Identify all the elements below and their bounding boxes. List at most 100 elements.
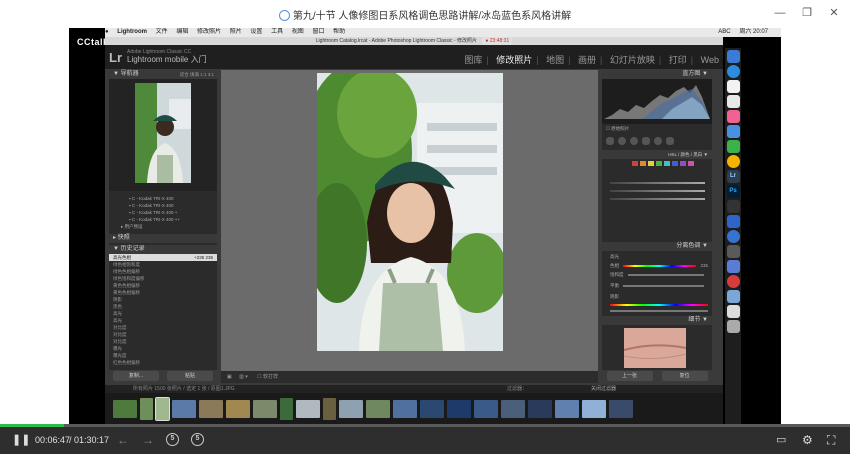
hsl-slider[interactable] xyxy=(610,198,705,200)
filmstrip-thumbnail[interactable] xyxy=(140,397,153,420)
downloads-icon[interactable] xyxy=(726,305,740,318)
main-image-area[interactable] xyxy=(221,70,598,371)
safari-icon[interactable] xyxy=(726,65,740,78)
shadow-saturation-slider[interactable] xyxy=(610,310,708,312)
navigator-zoom-options[interactable]: 适合 填满 1:1 3:1 xyxy=(180,70,214,79)
blue-swatch[interactable] xyxy=(672,161,678,166)
history-item[interactable]: 黄色色相偏移 xyxy=(109,282,217,289)
info-icon[interactable] xyxy=(726,125,740,138)
snapshots-header[interactable]: ▸ 快照 xyxy=(109,234,217,243)
previous-button[interactable]: 上一张 xyxy=(606,371,653,381)
filmstrip-thumbnail[interactable] xyxy=(339,399,363,418)
screenshot-icon[interactable] xyxy=(726,260,740,273)
filmstrip-thumbnail[interactable] xyxy=(172,399,196,418)
skip-forward-button[interactable]: 5 xyxy=(191,433,204,446)
filmstrip-thumbnail[interactable] xyxy=(280,397,293,420)
graduated-filter-icon[interactable] xyxy=(642,137,650,145)
qq-icon[interactable] xyxy=(726,200,740,213)
history-header[interactable]: ▼ 历史记录 xyxy=(109,245,217,254)
restore-icon[interactable]: ❐ xyxy=(799,5,815,21)
filmstrip-thumbnail[interactable] xyxy=(474,399,498,418)
calendar-icon[interactable] xyxy=(726,80,740,93)
fullscreen-icon[interactable]: ⛶ xyxy=(827,433,835,447)
history-item[interactable]: 高光 xyxy=(109,310,217,317)
cctalk-icon[interactable] xyxy=(726,230,740,243)
navigator-preview[interactable] xyxy=(109,79,217,191)
history-item[interactable]: 绿色饱和度偏移 xyxy=(109,275,217,282)
filmstrip-thumbnail[interactable] xyxy=(447,399,471,418)
history-item[interactable]: 黑色 xyxy=(109,303,217,310)
pause-icon[interactable]: ❚❚ xyxy=(12,433,30,447)
detail-preview[interactable] xyxy=(623,328,687,368)
history-item[interactable]: 对比度 xyxy=(109,331,217,338)
filmstrip-thumbnail[interactable] xyxy=(393,399,417,418)
module-slideshow[interactable]: 幻灯片放映 xyxy=(610,55,655,65)
history-item[interactable]: 曝光度 xyxy=(109,352,217,359)
preset-item[interactable]: ▪ C - Kodak TRI-X 400 xyxy=(109,195,217,202)
history-item[interactable]: 绿色色相偏移 xyxy=(109,268,217,275)
history-item[interactable]: 红色色相偏移 xyxy=(109,359,217,366)
wechat-icon[interactable] xyxy=(726,140,740,153)
filmstrip-thumbnail[interactable] xyxy=(226,399,250,418)
filmstrip-thumbnail[interactable] xyxy=(420,399,444,418)
module-map[interactable]: 地图 xyxy=(546,55,564,65)
user-presets[interactable]: ▸ 用户预设 xyxy=(109,223,217,230)
filmstrip-thumbnail[interactable] xyxy=(296,399,320,418)
loupe-view-icon[interactable]: ▣ xyxy=(227,374,232,380)
filmstrip-thumbnail[interactable] xyxy=(501,399,525,418)
purple-swatch[interactable] xyxy=(680,161,686,166)
module-web[interactable]: Web xyxy=(701,55,719,65)
preset-item[interactable]: ▪ C - Kodak TRI-X 400 xyxy=(109,202,217,209)
settings-icon[interactable]: ⚙ xyxy=(802,433,813,447)
history-item[interactable]: 绿色相饱和度 xyxy=(109,261,217,268)
spot-removal-icon[interactable] xyxy=(618,137,626,145)
filmstrip-thumbnail[interactable] xyxy=(555,399,579,418)
orange-swatch[interactable] xyxy=(640,161,646,166)
chrome-icon[interactable] xyxy=(726,155,740,168)
magenta-swatch[interactable] xyxy=(688,161,694,166)
subtitle-icon[interactable]: ▭ xyxy=(776,433,786,447)
history-item[interactable]: 高光色相 +235 235 xyxy=(109,254,217,261)
history-item[interactable]: 对比度 xyxy=(109,324,217,331)
module-develop[interactable]: 修改照片 xyxy=(496,55,532,65)
trash-icon[interactable] xyxy=(726,320,740,333)
module-book[interactable]: 画册 xyxy=(578,55,596,65)
module-print[interactable]: 打印 xyxy=(669,55,687,65)
hsl-slider[interactable] xyxy=(610,190,705,192)
music-icon[interactable] xyxy=(726,110,740,123)
aqua-swatch[interactable] xyxy=(664,161,670,166)
filmstrip-thumbnail[interactable] xyxy=(155,396,170,421)
preset-item[interactable]: ▪ C - Kodak TRI-X 400 ++ xyxy=(109,216,217,223)
history-item[interactable]: 对比度 xyxy=(109,338,217,345)
filmstrip-source[interactable]: 所有照片 1500 张照片 / 选定 1 张 / 原图1.JPG xyxy=(133,386,235,392)
lr-mobile-link[interactable]: Lightroom mobile 入门 xyxy=(127,56,207,64)
histogram-header[interactable]: 直方图 ▼ xyxy=(602,70,712,79)
reset-button[interactable]: 复位 xyxy=(661,371,708,381)
app-icon[interactable] xyxy=(726,245,740,258)
copy-settings-button[interactable]: 复制... xyxy=(113,371,159,381)
filter-select[interactable]: 关闭过滤器 xyxy=(591,385,616,393)
filmstrip-thumbnail[interactable] xyxy=(199,399,223,418)
netease-music-icon[interactable] xyxy=(726,275,740,288)
history-item[interactable]: 阴影 xyxy=(109,296,217,303)
lightroom-dock-icon[interactable]: Lr xyxy=(726,170,740,183)
photoshop-dock-icon[interactable]: Ps xyxy=(726,185,740,198)
skip-back-button[interactable]: 5 xyxy=(166,433,179,446)
filmstrip-thumbnail[interactable] xyxy=(528,399,552,418)
history-item[interactable]: 黄色色相偏移 xyxy=(109,289,217,296)
preview-icon[interactable] xyxy=(726,290,740,303)
hue-slider[interactable] xyxy=(623,265,697,267)
navigator-header[interactable]: ▼ 导航器 适合 填满 1:1 3:1 xyxy=(109,70,217,79)
brush-icon[interactable] xyxy=(666,137,674,145)
filmstrip-thumbnail[interactable] xyxy=(366,399,390,418)
minimize-icon[interactable]: — xyxy=(772,5,788,21)
redeye-icon[interactable] xyxy=(630,137,638,145)
saturation-slider[interactable] xyxy=(627,274,704,276)
filmstrip-thumbnail[interactable] xyxy=(609,399,633,418)
prev-chapter-icon[interactable]: ← xyxy=(117,433,129,447)
history-item[interactable]: 高光 xyxy=(109,317,217,324)
close-icon[interactable]: ✕ xyxy=(826,5,842,21)
notes-icon[interactable] xyxy=(726,95,740,108)
next-chapter-icon[interactable]: → xyxy=(142,433,154,447)
video-frame[interactable]: CCtalk ● Lightroom 文件 编辑 修改照片 照片 设置 工具 视… xyxy=(69,28,781,424)
